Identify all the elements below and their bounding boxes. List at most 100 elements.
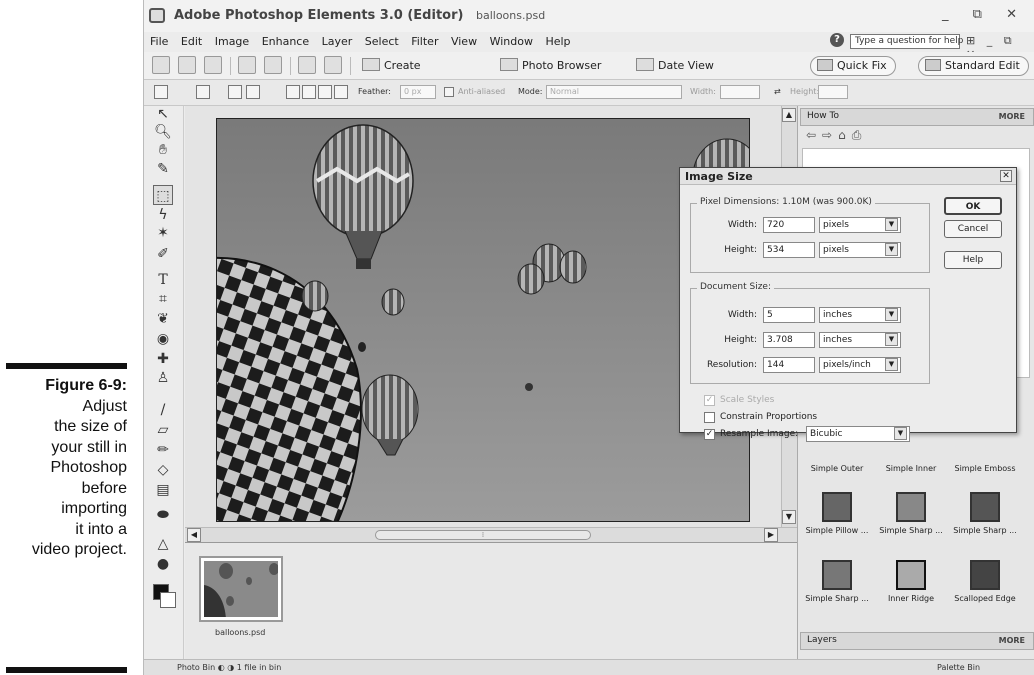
sponge-tool-icon[interactable]: ● xyxy=(153,554,173,574)
hand-tool-icon[interactable]: ✋︎ xyxy=(153,140,173,160)
rect-marquee-icon[interactable] xyxy=(196,85,210,99)
height-input[interactable] xyxy=(818,85,848,99)
quick-fix-button[interactable]: Quick Fix xyxy=(810,56,896,76)
marquee-tool-icon[interactable]: ⬚ xyxy=(153,185,173,205)
help-icon[interactable]: ? xyxy=(830,33,844,47)
undo-icon[interactable] xyxy=(298,56,316,74)
red-eye-tool-icon[interactable]: ◉ xyxy=(153,329,173,349)
menu-enhance[interactable]: Enhance xyxy=(262,35,309,48)
anti-aliased-checkbox[interactable] xyxy=(444,87,454,97)
shape-tool-icon[interactable]: ⬬ xyxy=(153,505,173,525)
menu-help[interactable]: Help xyxy=(545,35,570,48)
background-color-swatch[interactable] xyxy=(160,592,176,608)
selection-brush-tool-icon[interactable]: ✐ xyxy=(153,244,173,264)
style-simple-sharp-2[interactable]: Simple Sharp ... xyxy=(950,488,1020,548)
how-to-more-button[interactable]: MORE xyxy=(999,112,1025,121)
pixel-height-input[interactable]: 534 xyxy=(763,242,815,258)
chevron-down-icon[interactable]: ▼ xyxy=(885,218,898,231)
menu-image[interactable]: Image xyxy=(215,35,249,48)
online-services-icon[interactable] xyxy=(264,56,282,74)
magic-wand-tool-icon[interactable]: ✶ xyxy=(153,223,173,243)
clone-stamp-tool-icon[interactable]: ♙ xyxy=(153,368,173,388)
width-input[interactable] xyxy=(720,85,760,99)
swap-icon[interactable]: ⇄ xyxy=(774,87,781,96)
eraser-tool-icon[interactable]: ▱ xyxy=(153,420,173,440)
move-tool-icon[interactable]: ↖ xyxy=(153,104,173,124)
menu-filter[interactable]: Filter xyxy=(411,35,438,48)
create-button[interactable]: Create xyxy=(362,57,421,75)
chevron-down-icon[interactable]: ▼ xyxy=(885,243,898,256)
standard-edit-button[interactable]: Standard Edit xyxy=(918,56,1029,76)
date-view-button[interactable]: Date View xyxy=(636,57,714,75)
photo-bin-status[interactable]: Photo Bin ◐ ◑ 1 file in bin xyxy=(177,663,281,672)
gradient-tool-icon[interactable]: ▤ xyxy=(153,480,173,500)
style-simple-emboss[interactable]: Simple Emboss xyxy=(950,426,1020,486)
intersect-selection-icon[interactable] xyxy=(334,85,348,99)
constrain-proportions-checkbox[interactable] xyxy=(704,412,715,423)
scale-styles-checkbox[interactable]: ✓ xyxy=(704,395,715,406)
menu-window[interactable]: Window xyxy=(490,35,533,48)
image-canvas[interactable] xyxy=(216,118,750,522)
photo-browser-button[interactable]: Photo Browser xyxy=(500,57,601,75)
help-button[interactable]: Help xyxy=(944,251,1002,269)
cookie-cutter-tool-icon[interactable]: ❦ xyxy=(153,309,173,329)
chevron-down-icon[interactable]: ▼ xyxy=(894,427,907,440)
help-search-input[interactable]: Type a question for help xyxy=(850,34,963,49)
feather-input[interactable]: 0 px xyxy=(400,85,436,99)
style-simple-sharp-3[interactable]: Simple Sharp ... xyxy=(802,556,872,616)
photo-thumbnail[interactable] xyxy=(199,556,283,622)
resolution-input[interactable]: 144 xyxy=(763,357,815,373)
lasso-tool-icon[interactable]: ϟ xyxy=(153,205,173,225)
palette-bin-toggle[interactable]: Palette Bin xyxy=(937,663,980,672)
scroll-left-icon[interactable]: ◀ xyxy=(187,528,201,542)
doc-width-input[interactable]: 5 xyxy=(763,307,815,323)
ok-button[interactable]: OK xyxy=(944,197,1002,215)
window-controls[interactable]: _ ⧉ ✕ xyxy=(942,7,1027,22)
save-icon[interactable] xyxy=(204,56,222,74)
cancel-button[interactable]: Cancel xyxy=(944,220,1002,238)
style-inner-ridge[interactable]: Inner Ridge xyxy=(876,556,946,616)
scroll-down-icon[interactable]: ▼ xyxy=(782,510,796,524)
open-file-icon[interactable] xyxy=(178,56,196,74)
subtract-selection-icon[interactable] xyxy=(318,85,332,99)
chevron-down-icon[interactable]: ▼ xyxy=(885,358,898,371)
rect-marquee-option-icon[interactable] xyxy=(228,85,242,99)
chevron-down-icon[interactable]: ▼ xyxy=(885,333,898,346)
menu-view[interactable]: View xyxy=(451,35,477,48)
new-file-icon[interactable] xyxy=(152,56,170,74)
how-to-palette-header[interactable]: How To MORE xyxy=(800,108,1034,126)
menu-layer[interactable]: Layer xyxy=(322,35,353,48)
pencil-tool-icon[interactable]: / xyxy=(153,400,173,420)
brush-tool-icon[interactable]: ✏ xyxy=(153,440,173,460)
close-icon[interactable]: ✕ xyxy=(1000,170,1012,182)
paint-bucket-tool-icon[interactable]: ◇ xyxy=(153,460,173,480)
ellipse-marquee-icon[interactable] xyxy=(246,85,260,99)
doc-height-input[interactable]: 3.708 xyxy=(763,332,815,348)
eyedropper-tool-icon[interactable]: ✎ xyxy=(153,159,173,179)
style-scalloped-edge[interactable]: Scalloped Edge xyxy=(950,556,1020,616)
new-selection-icon[interactable] xyxy=(286,85,300,99)
menu-select[interactable]: Select xyxy=(365,35,399,48)
layers-palette-header[interactable]: Layers MORE xyxy=(800,632,1034,650)
zoom-tool-icon[interactable]: 🔍︎ xyxy=(153,122,173,142)
style-simple-sharp[interactable]: Simple Sharp ... xyxy=(876,488,946,548)
redo-icon[interactable] xyxy=(324,56,342,74)
horizontal-scrollbar[interactable]: ◀ ⁞ ▶ xyxy=(185,527,797,542)
style-simple-pillow[interactable]: Simple Pillow ... xyxy=(802,488,872,548)
scroll-right-icon[interactable]: ▶ xyxy=(764,528,778,542)
resample-image-checkbox[interactable]: ✓ xyxy=(704,429,715,440)
menu-edit[interactable]: Edit xyxy=(181,35,202,48)
mode-select[interactable]: Normal xyxy=(546,85,682,99)
layers-more-button[interactable]: MORE xyxy=(999,636,1025,645)
blur-tool-icon[interactable]: △ xyxy=(153,534,173,554)
how-to-navigation[interactable]: ⇦⇨⌂⎙ xyxy=(806,128,867,143)
tool-preset-icon[interactable] xyxy=(154,85,168,99)
crop-tool-icon[interactable]: ⌗ xyxy=(153,289,173,309)
healing-brush-tool-icon[interactable]: ✚ xyxy=(153,349,173,369)
pixel-width-input[interactable]: 720 xyxy=(763,217,815,233)
scroll-up-icon[interactable]: ▲ xyxy=(782,108,796,122)
print-icon[interactable] xyxy=(238,56,256,74)
menu-file[interactable]: File xyxy=(150,35,168,48)
horizontal-scroll-thumb[interactable]: ⁞ xyxy=(375,530,591,540)
chevron-down-icon[interactable]: ▼ xyxy=(885,308,898,321)
